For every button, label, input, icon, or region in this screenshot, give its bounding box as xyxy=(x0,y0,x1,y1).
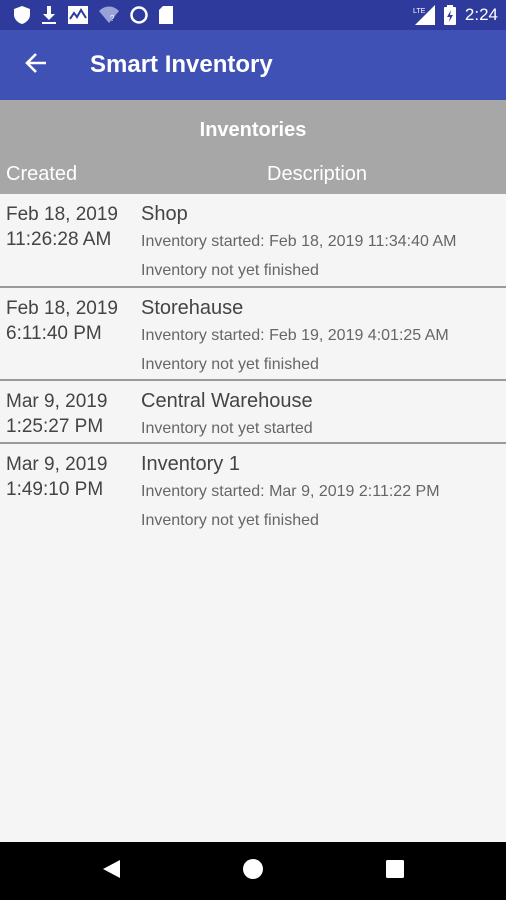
arrow-left-icon xyxy=(25,52,47,79)
inventory-detail: Inventory not yet finished xyxy=(141,512,319,529)
nav-back-button[interactable] xyxy=(96,856,126,886)
description-cell: Central Warehouse Inventory not yet star… xyxy=(141,389,313,443)
column-header-description: Description xyxy=(267,163,368,185)
inventory-detail: Inventory not yet started xyxy=(141,420,313,437)
battery-icon xyxy=(443,5,456,25)
inventory-detail: Inventory started: Mar 9, 2019 2:11:22 P… xyxy=(141,483,440,500)
app-bar: Smart Inventory xyxy=(0,30,506,100)
inventory-detail: Inventory started: Feb 19, 2019 4:01:25 … xyxy=(141,327,449,344)
nav-recents-button[interactable] xyxy=(380,856,410,886)
created-time: 1:25:27 PM xyxy=(6,416,104,437)
status-time: 2:24 xyxy=(464,5,498,24)
status-bar: ? LTE 2:24 xyxy=(0,0,506,30)
created-cell: Feb 18, 2019 11:26:28 AM xyxy=(6,202,136,252)
created-time: 11:26:28 AM xyxy=(6,229,112,250)
navigation-bar xyxy=(0,842,506,900)
inventory-name: Storehause xyxy=(141,297,244,319)
wifi-icon: ? xyxy=(99,6,119,24)
inventory-detail: Inventory not yet finished xyxy=(141,356,319,373)
download-icon xyxy=(41,6,57,24)
created-time: 1:49:10 PM xyxy=(6,479,104,500)
created-time: 6:11:40 PM xyxy=(6,323,102,344)
app-title: Smart Inventory xyxy=(90,51,273,78)
inventory-row[interactable]: Feb 18, 2019 11:26:28 AM Shop Inventory … xyxy=(0,194,506,288)
created-date: Feb 18, 2019 xyxy=(6,298,118,319)
inventory-detail: Inventory not yet finished xyxy=(141,262,319,279)
svg-text:LTE: LTE xyxy=(413,8,426,15)
shield-icon xyxy=(14,6,30,24)
recents-square-icon xyxy=(385,859,405,884)
inventory-row[interactable]: Mar 9, 2019 1:25:27 PM Central Warehouse… xyxy=(0,381,506,444)
home-circle-icon xyxy=(242,858,264,885)
activity-icon xyxy=(68,6,88,24)
svg-text:?: ? xyxy=(110,14,115,23)
circle-icon xyxy=(130,6,148,24)
table-header: Inventories Created Description xyxy=(0,100,506,194)
column-header-created: Created xyxy=(6,163,78,185)
created-date: Feb 18, 2019 xyxy=(6,204,118,225)
table-title: Inventories xyxy=(199,119,307,141)
inventory-name: Shop xyxy=(141,203,188,225)
created-cell: Mar 9, 2019 1:49:10 PM xyxy=(6,452,136,502)
description-cell: Storehause Inventory started: Feb 19, 20… xyxy=(141,296,449,379)
created-cell: Mar 9, 2019 1:25:27 PM xyxy=(6,389,136,439)
created-date: Mar 9, 2019 xyxy=(6,391,108,412)
inventory-row[interactable]: Mar 9, 2019 1:49:10 PM Inventory 1 Inven… xyxy=(0,444,506,536)
back-triangle-icon xyxy=(100,858,122,885)
inventory-row[interactable]: Feb 18, 2019 6:11:40 PM Storehause Inven… xyxy=(0,288,506,381)
description-cell: Inventory 1 Inventory started: Mar 9, 20… xyxy=(141,452,440,535)
inventory-detail: Inventory started: Feb 18, 2019 11:34:40… xyxy=(141,233,457,250)
nav-home-button[interactable] xyxy=(238,856,268,886)
back-button[interactable] xyxy=(14,44,58,86)
sd-card-icon xyxy=(159,6,173,24)
inventory-name: Inventory 1 xyxy=(141,453,240,475)
lte-signal-icon: LTE xyxy=(413,5,435,25)
inventory-list: Feb 18, 2019 11:26:28 AM Shop Inventory … xyxy=(0,194,506,536)
inventory-name: Central Warehouse xyxy=(141,390,313,412)
description-cell: Shop Inventory started: Feb 18, 2019 11:… xyxy=(141,202,456,285)
created-date: Mar 9, 2019 xyxy=(6,454,108,475)
created-cell: Feb 18, 2019 6:11:40 PM xyxy=(6,296,136,346)
